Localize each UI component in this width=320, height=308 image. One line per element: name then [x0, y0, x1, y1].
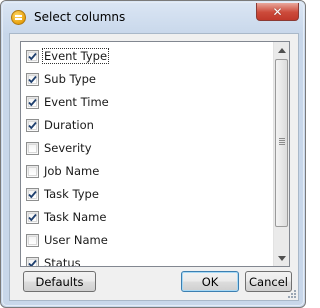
- column-checkbox[interactable]: [26, 119, 39, 132]
- column-checkbox[interactable]: [26, 96, 39, 109]
- app-menu-icon[interactable]: [11, 10, 26, 25]
- close-icon: ✕: [272, 4, 283, 19]
- close-button[interactable]: ✕: [256, 2, 299, 21]
- checkmark-icon: [28, 259, 37, 266]
- scroll-down-arrow-icon[interactable]: [274, 250, 289, 266]
- column-list-items: Event Type Sub Type Event Time Duration Seve…: [21, 42, 275, 266]
- column-label: Severity: [44, 141, 92, 155]
- column-row[interactable]: Task Name: [21, 207, 275, 229]
- checkmark-icon: [28, 213, 37, 222]
- scroll-up-arrow-icon[interactable]: [274, 42, 289, 58]
- column-row[interactable]: Status: [21, 253, 275, 267]
- column-row[interactable]: Event Type: [21, 46, 275, 68]
- ok-button[interactable]: OK: [181, 271, 239, 292]
- cancel-button[interactable]: Cancel: [245, 271, 292, 292]
- column-checkbox[interactable]: [26, 50, 39, 63]
- checkmark-icon: [28, 98, 37, 107]
- column-label: Job Name: [44, 164, 100, 178]
- column-row[interactable]: Event Time: [21, 92, 275, 114]
- checkmark-icon: [28, 190, 37, 199]
- column-row[interactable]: Job Name: [21, 161, 275, 183]
- select-columns-dialog: Select columns ✕ Event Type Sub Type Event…: [0, 0, 306, 308]
- column-label: Status: [44, 256, 81, 267]
- grip-icon: [279, 138, 285, 145]
- dialog-body: Event Type Sub Type Event Time Duration Seve…: [9, 33, 299, 301]
- checkmark-icon: [28, 75, 37, 84]
- column-label: Task Type: [44, 187, 99, 201]
- column-checkbox[interactable]: [26, 257, 39, 266]
- column-checkbox[interactable]: [26, 73, 39, 86]
- column-list[interactable]: Event Type Sub Type Event Time Duration Seve…: [20, 41, 290, 267]
- resize-grip-icon[interactable]: [286, 288, 296, 298]
- column-row[interactable]: Sub Type: [21, 69, 275, 91]
- column-row[interactable]: Severity: [21, 138, 275, 160]
- column-label: Event Time: [44, 95, 109, 109]
- column-checkbox[interactable]: [26, 188, 39, 201]
- vertical-scrollbar[interactable]: [273, 42, 289, 266]
- checkmark-icon: [28, 121, 37, 130]
- column-row[interactable]: User Name: [21, 230, 275, 252]
- column-row[interactable]: Task Type: [21, 184, 275, 206]
- column-checkbox[interactable]: [26, 142, 39, 155]
- column-label: Sub Type: [44, 72, 96, 86]
- column-checkbox[interactable]: [26, 165, 39, 178]
- column-checkbox[interactable]: [26, 234, 39, 247]
- column-label: Event Type: [41, 48, 110, 64]
- dialog-title: Select columns: [34, 10, 126, 24]
- column-checkbox[interactable]: [26, 211, 39, 224]
- checkmark-icon: [28, 52, 37, 61]
- scrollbar-thumb[interactable]: [275, 59, 288, 227]
- column-label: User Name: [44, 233, 108, 247]
- defaults-button[interactable]: Defaults: [23, 271, 96, 292]
- column-label: Task Name: [44, 210, 107, 224]
- column-row[interactable]: Duration: [21, 115, 275, 137]
- title-bar[interactable]: Select columns ✕: [1, 1, 305, 33]
- column-label: Duration: [44, 118, 94, 132]
